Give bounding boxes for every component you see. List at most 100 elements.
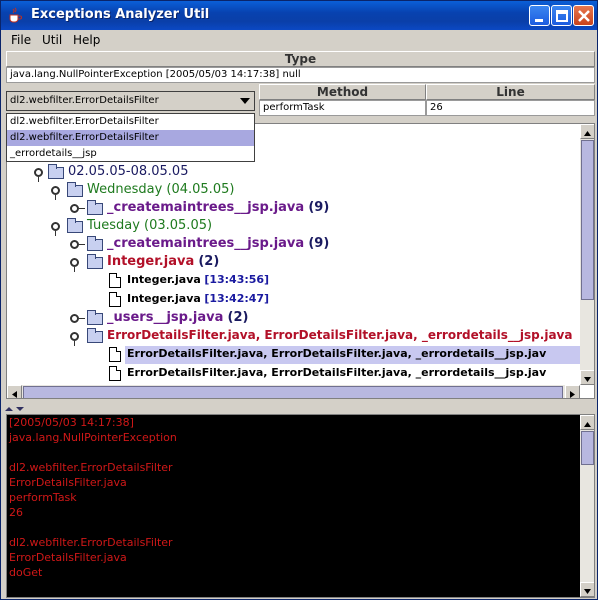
leaf-label: Integer.java	[127, 292, 201, 305]
node-count: (2)	[198, 254, 220, 269]
type-value-row[interactable]: java.lang.NullPointerException [2005/05/…	[6, 67, 595, 83]
node-label: Integer.java	[107, 254, 195, 269]
scroll-left-button[interactable]	[7, 385, 22, 398]
arrow-left-icon	[12, 391, 17, 398]
scroll-thumb[interactable]	[23, 386, 563, 398]
console-line: ErrorDetailsFilter.java	[9, 476, 127, 489]
leaf-label: Integer.java	[127, 273, 201, 286]
tree-horizontal-scrollbar[interactable]	[7, 385, 580, 398]
console-line: [2005/05/03 14:17:38]	[9, 416, 134, 429]
console-line: 26	[9, 506, 23, 519]
method-column-header[interactable]: Method	[259, 84, 426, 100]
console-line: performTask	[9, 491, 77, 504]
scroll-down-button[interactable]	[580, 370, 594, 385]
scroll-thumb[interactable]	[581, 431, 594, 465]
menu-help[interactable]: Help	[73, 33, 100, 47]
line-cell[interactable]: 26	[426, 100, 595, 116]
folder-icon	[87, 254, 103, 269]
tree-expand-toggle[interactable]	[51, 222, 60, 236]
class-combo-box[interactable]: dl2.webfilter.ErrorDetailsFilter	[6, 91, 255, 111]
combo-option-selected[interactable]: dl2.webfilter.ErrorDetailsFilter	[7, 130, 254, 146]
type-column-header[interactable]: Type	[6, 51, 595, 67]
dropdown-arrow-icon[interactable]	[240, 98, 250, 104]
exceptions-tree[interactable]: 02.05.05-08.05.05 Wednesday (04.05.05) _…	[6, 123, 595, 399]
console-line: java.lang.NullPointerException	[9, 431, 177, 444]
combo-option[interactable]: _errordetails__jsp	[7, 146, 254, 162]
maximize-button[interactable]	[551, 5, 572, 26]
java-cup-icon	[9, 7, 22, 23]
tree-collapse-toggle[interactable]	[70, 204, 85, 213]
node-count: (2)	[227, 310, 249, 325]
tree-collapse-toggle[interactable]	[70, 314, 85, 323]
tree-vertical-scrollbar[interactable]	[580, 124, 594, 385]
leaf-time: [13:42:47]	[204, 292, 270, 305]
scroll-thumb[interactable]	[581, 140, 594, 300]
console-line: ErrorDetailsFilter.java	[9, 551, 127, 564]
method-cell[interactable]: performTask	[259, 100, 426, 116]
file-icon	[109, 273, 121, 288]
tree-expand-toggle[interactable]	[51, 186, 60, 200]
details-console[interactable]: [2005/05/03 14:17:38] java.lang.NullPoin…	[6, 414, 595, 598]
tree-expand-toggle[interactable]	[70, 332, 79, 346]
class-combo-popup[interactable]: dl2.webfilter.ErrorDetailsFilter dl2.web…	[6, 113, 255, 162]
menu-file[interactable]: File	[11, 33, 31, 47]
folder-icon	[67, 218, 83, 233]
console-line: doGet	[9, 566, 43, 579]
scroll-up-button[interactable]	[580, 124, 594, 139]
console-line: dl2.webfilter.ErrorDetailsFilter	[9, 461, 173, 474]
folder-icon	[48, 164, 64, 179]
folder-icon	[87, 236, 103, 251]
tree-node-integer[interactable]: Integer.java (2)	[107, 254, 219, 269]
tree-node-errordetails[interactable]: ErrorDetailsFilter.java, ErrorDetailsFil…	[107, 328, 572, 342]
minimize-icon	[535, 19, 543, 22]
close-button[interactable]	[573, 5, 594, 26]
app-window: Exceptions Analyzer Util File Util Help …	[0, 0, 598, 600]
line-column-header[interactable]: Line	[426, 84, 595, 100]
scroll-up-button[interactable]	[580, 415, 594, 430]
node-count: (9)	[308, 200, 330, 215]
tree-node-createmaintrees-tue[interactable]: _createmaintrees__jsp.java (9)	[107, 236, 329, 251]
tree-leaf-integer-1[interactable]: Integer.java [13:43:56]	[127, 273, 269, 286]
folder-icon	[87, 310, 103, 325]
tree-leaf-errordetails-2[interactable]: ErrorDetailsFilter.java, ErrorDetailsFil…	[127, 366, 546, 379]
maximize-icon	[556, 10, 568, 22]
tree-node-wednesday[interactable]: Wednesday (04.05.05)	[87, 182, 234, 197]
close-icon	[578, 10, 590, 22]
arrow-up-icon	[584, 422, 591, 427]
scroll-down-button[interactable]	[580, 582, 594, 597]
menu-util[interactable]: Util	[42, 33, 62, 47]
leaf-time: [13:43:56]	[204, 273, 270, 286]
tree-leaf-errordetails-1[interactable]: ErrorDetailsFilter.java, ErrorDetailsFil…	[127, 347, 546, 360]
node-label: _users__jsp.java	[107, 310, 224, 325]
tree-expand-toggle[interactable]	[70, 258, 79, 272]
node-label: _createmaintrees__jsp.java	[107, 200, 305, 215]
folder-icon	[87, 328, 103, 343]
file-icon	[109, 292, 121, 307]
scroll-right-button[interactable]	[565, 385, 580, 398]
split-pane-divider[interactable]	[1, 400, 597, 412]
tree-expand-toggle[interactable]	[34, 168, 43, 182]
tree-node-users[interactable]: _users__jsp.java (2)	[107, 310, 248, 325]
tree-node-date-range[interactable]: 02.05.05-08.05.05	[68, 164, 188, 179]
combo-selected-value: dl2.webfilter.ErrorDetailsFilter	[10, 95, 159, 106]
window-title: Exceptions Analyzer Util	[31, 7, 210, 22]
console-line: dl2.webfilter.ErrorDetailsFilter	[9, 536, 173, 549]
tree-leaf-integer-2[interactable]: Integer.java [13:42:47]	[127, 292, 269, 305]
file-icon	[109, 366, 121, 381]
minimize-button[interactable]	[529, 5, 550, 26]
node-label: _createmaintrees__jsp.java	[107, 236, 305, 251]
folder-icon	[87, 200, 103, 215]
file-icon	[109, 347, 121, 362]
title-bar[interactable]: Exceptions Analyzer Util	[1, 1, 597, 30]
arrow-right-icon	[570, 391, 575, 398]
tree-node-tuesday[interactable]: Tuesday (03.05.05)	[87, 218, 212, 233]
tree-node-createmaintrees-wed[interactable]: _createmaintrees__jsp.java (9)	[107, 200, 329, 215]
console-vertical-scrollbar[interactable]	[580, 415, 594, 597]
arrow-down-icon	[584, 589, 591, 594]
arrow-up-icon	[584, 131, 591, 136]
tree-collapse-toggle[interactable]	[70, 240, 85, 249]
folder-icon	[67, 182, 83, 197]
node-count: (9)	[308, 236, 330, 251]
combo-option[interactable]: dl2.webfilter.ErrorDetailsFilter	[7, 114, 254, 130]
menu-bar: File Util Help	[1, 30, 597, 50]
